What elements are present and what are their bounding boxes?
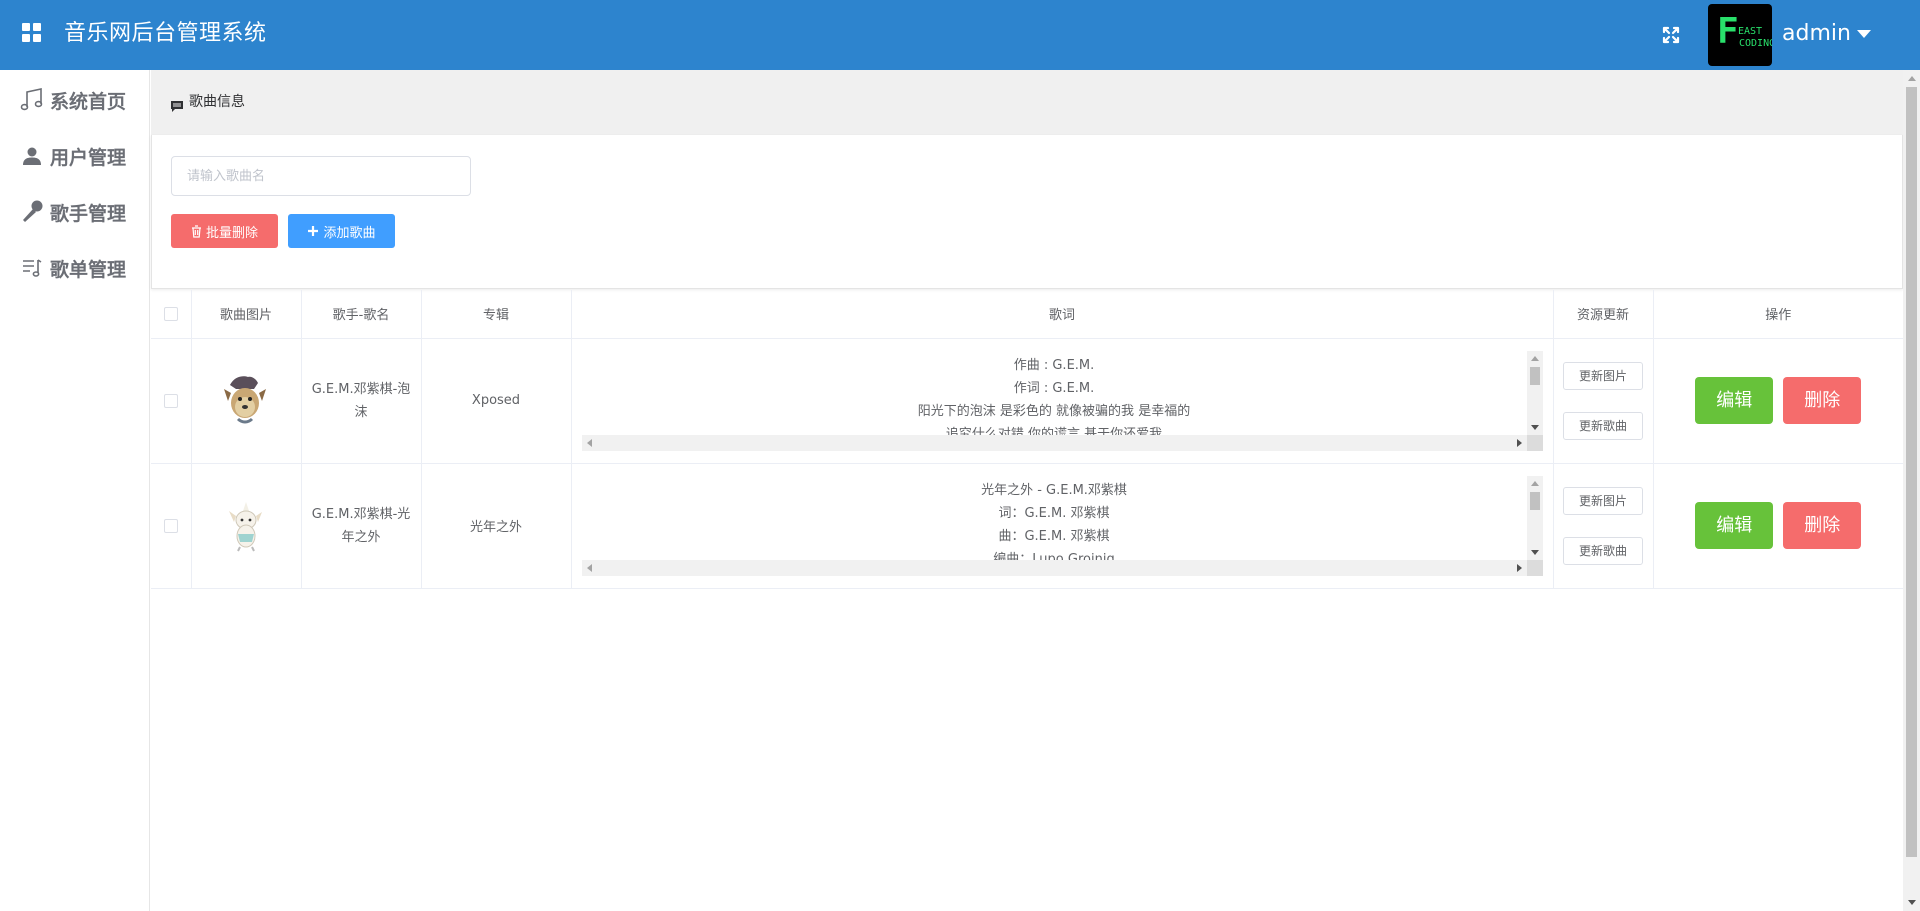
row-select-cell bbox=[151, 463, 192, 589]
message-icon bbox=[171, 97, 183, 116]
avatar[interactable]: F EAST CODING bbox=[1708, 4, 1772, 66]
add-song-label: 添加歌曲 bbox=[323, 225, 376, 241]
lyric-line: 作曲 : G.E.M. bbox=[1013, 357, 1095, 373]
operations-cell: 编辑 删除 bbox=[1653, 463, 1903, 589]
lyric-line: 编曲：Lupo Groinig bbox=[993, 551, 1115, 560]
avatar-logo-east: EAST bbox=[1738, 26, 1763, 37]
singer-song-cell: G.E.M.邓紫棋-泡沫 bbox=[301, 338, 422, 464]
app-title: 音乐网后台管理系统 bbox=[64, 21, 267, 46]
sidebar: 系统首页 用户管理 歌手管理 歌单管理 bbox=[0, 70, 150, 911]
column-header: 操作 bbox=[1653, 290, 1903, 339]
album-cell: Xposed bbox=[421, 338, 572, 464]
trash-icon bbox=[191, 224, 202, 238]
vertical-scrollbar[interactable] bbox=[1526, 350, 1543, 435]
sidebar-item-label: 歌手管理 bbox=[50, 202, 127, 225]
avatar-logo-coding: CODING bbox=[1739, 38, 1772, 49]
lyrics-text: 光年之外 - G.E.M.邓紫棋 词：G.E.M. 邓紫棋 曲：G.E.M. 邓… bbox=[582, 476, 1527, 560]
scrollbar-thumb[interactable] bbox=[1906, 87, 1917, 857]
resource-update-cell: 更新图片 更新歌曲 bbox=[1553, 463, 1654, 589]
table-header-row: 歌曲图片 歌手-歌名 专辑 歌词 资源更新 操作 bbox=[151, 290, 1903, 339]
microphone-icon bbox=[18, 198, 46, 226]
grid-menu-icon[interactable] bbox=[22, 23, 42, 43]
lyric-line: 光年之外 - G.E.M.邓紫棋 bbox=[981, 482, 1127, 498]
vertical-scrollbar[interactable] bbox=[1526, 475, 1543, 560]
column-header: 歌手-歌名 bbox=[301, 290, 422, 339]
song-image-cell bbox=[191, 463, 302, 589]
select-all-cell bbox=[151, 290, 192, 339]
scroll-up-arrow-icon[interactable] bbox=[1908, 76, 1916, 81]
caret-down-icon[interactable] bbox=[1857, 30, 1871, 38]
operations-cell: 编辑 删除 bbox=[1653, 338, 1903, 464]
breadcrumb: 歌曲信息 bbox=[151, 70, 1903, 135]
scroll-down-arrow-icon[interactable] bbox=[1908, 900, 1916, 905]
fullscreen-icon[interactable] bbox=[1660, 24, 1682, 46]
update-image-button[interactable]: 更新图片 bbox=[1563, 361, 1643, 390]
lyrics-cell: 作曲 : G.E.M. 作词 : G.E.M. 阳光下的泡沫 是彩色的 就像被骗… bbox=[571, 338, 1554, 464]
sidebar-item-label: 系统首页 bbox=[50, 90, 127, 113]
row-checkbox[interactable] bbox=[163, 518, 178, 533]
user-icon bbox=[18, 142, 46, 170]
songs-table: 歌曲图片 歌手-歌名 专辑 歌词 资源更新 操作 G.E.M.邓紫棋-泡沫 Xp… bbox=[151, 290, 1903, 589]
batch-delete-label: 批量删除 bbox=[205, 225, 258, 241]
album-cell: 光年之外 bbox=[421, 463, 572, 589]
edit-button[interactable]: 编辑 bbox=[1695, 502, 1774, 549]
lyrics-scroll-box[interactable]: 光年之外 - G.E.M.邓紫棋 词：G.E.M. 邓紫棋 曲：G.E.M. 邓… bbox=[581, 475, 1543, 576]
lyrics-scroll-box[interactable]: 作曲 : G.E.M. 作词 : G.E.M. 阳光下的泡沫 是彩色的 就像被骗… bbox=[581, 350, 1543, 451]
table-row: G.E.M.邓紫棋-光年之外 光年之外 光年之外 - G.E.M.邓紫棋 词：G… bbox=[151, 463, 1903, 589]
resource-update-cell: 更新图片 更新歌曲 bbox=[1553, 338, 1654, 464]
song-image bbox=[216, 494, 276, 554]
lyric-line: 追究什么对错 你的谎言 基于你还爱我 bbox=[945, 426, 1163, 435]
scrollbar-corner bbox=[1526, 434, 1543, 451]
singer-song-cell: G.E.M.邓紫棋-光年之外 bbox=[301, 463, 422, 589]
toolbar-panel: 批量删除 添加歌曲 bbox=[151, 135, 1903, 289]
scrollbar-corner bbox=[1526, 559, 1543, 576]
lyric-line: 词：G.E.M. 邓紫棋 bbox=[998, 505, 1110, 521]
column-header: 歌词 bbox=[571, 290, 1554, 339]
plus-icon bbox=[307, 225, 319, 237]
horizontal-scrollbar[interactable] bbox=[581, 434, 1527, 451]
batch-delete-button[interactable]: 批量删除 bbox=[171, 214, 278, 248]
lyric-line: 作词 : G.E.M. bbox=[1013, 380, 1095, 396]
row-select-cell bbox=[151, 338, 192, 464]
add-song-button[interactable]: 添加歌曲 bbox=[288, 214, 395, 248]
horizontal-scrollbar[interactable] bbox=[581, 559, 1527, 576]
delete-button[interactable]: 删除 bbox=[1783, 502, 1862, 549]
delete-button[interactable]: 删除 bbox=[1783, 377, 1862, 424]
column-header: 专辑 bbox=[421, 290, 572, 339]
music-note-icon bbox=[18, 86, 46, 114]
singer-song-name: G.E.M.邓紫棋-光年之外 bbox=[311, 506, 411, 545]
lyrics-cell: 光年之外 - G.E.M.邓紫棋 词：G.E.M. 邓紫棋 曲：G.E.M. 邓… bbox=[571, 463, 1554, 589]
sidebar-item-label: 用户管理 bbox=[50, 146, 127, 169]
table-row: G.E.M.邓紫棋-泡沫 Xposed 作曲 : G.E.M. 作词 : G.E… bbox=[151, 338, 1903, 464]
sidebar-item-playlists[interactable]: 歌单管理 bbox=[18, 250, 126, 286]
edit-button[interactable]: 编辑 bbox=[1695, 377, 1774, 424]
sidebar-item-singers[interactable]: 歌手管理 bbox=[18, 194, 126, 230]
breadcrumb-current: 歌曲信息 bbox=[189, 94, 245, 110]
sidebar-item-users[interactable]: 用户管理 bbox=[18, 138, 126, 174]
column-header: 歌曲图片 bbox=[191, 290, 302, 339]
page-scrollbar[interactable] bbox=[1903, 70, 1920, 911]
update-image-button[interactable]: 更新图片 bbox=[1563, 486, 1643, 515]
sidebar-item-label: 歌单管理 bbox=[50, 258, 127, 281]
search-input[interactable] bbox=[171, 156, 471, 196]
singer-song-name: G.E.M.邓紫棋-泡沫 bbox=[311, 381, 411, 420]
user-name[interactable]: admin bbox=[1782, 18, 1851, 50]
top-header: 音乐网后台管理系统 F EAST CODING admin bbox=[0, 0, 1920, 70]
song-image bbox=[216, 369, 276, 429]
row-checkbox[interactable] bbox=[163, 393, 178, 408]
playlist-icon bbox=[18, 254, 46, 282]
lyrics-text: 作曲 : G.E.M. 作词 : G.E.M. 阳光下的泡沫 是彩色的 就像被骗… bbox=[582, 351, 1527, 435]
select-all-checkbox[interactable] bbox=[163, 306, 178, 321]
song-image-cell bbox=[191, 338, 302, 464]
update-song-button[interactable]: 更新歌曲 bbox=[1563, 536, 1643, 565]
column-header: 资源更新 bbox=[1553, 290, 1654, 339]
lyric-line: 阳光下的泡沫 是彩色的 就像被骗的我 是幸福的 bbox=[917, 403, 1191, 419]
update-song-button[interactable]: 更新歌曲 bbox=[1563, 411, 1643, 440]
lyric-line: 曲：G.E.M. 邓紫棋 bbox=[998, 528, 1110, 544]
sidebar-item-home[interactable]: 系统首页 bbox=[18, 82, 126, 118]
